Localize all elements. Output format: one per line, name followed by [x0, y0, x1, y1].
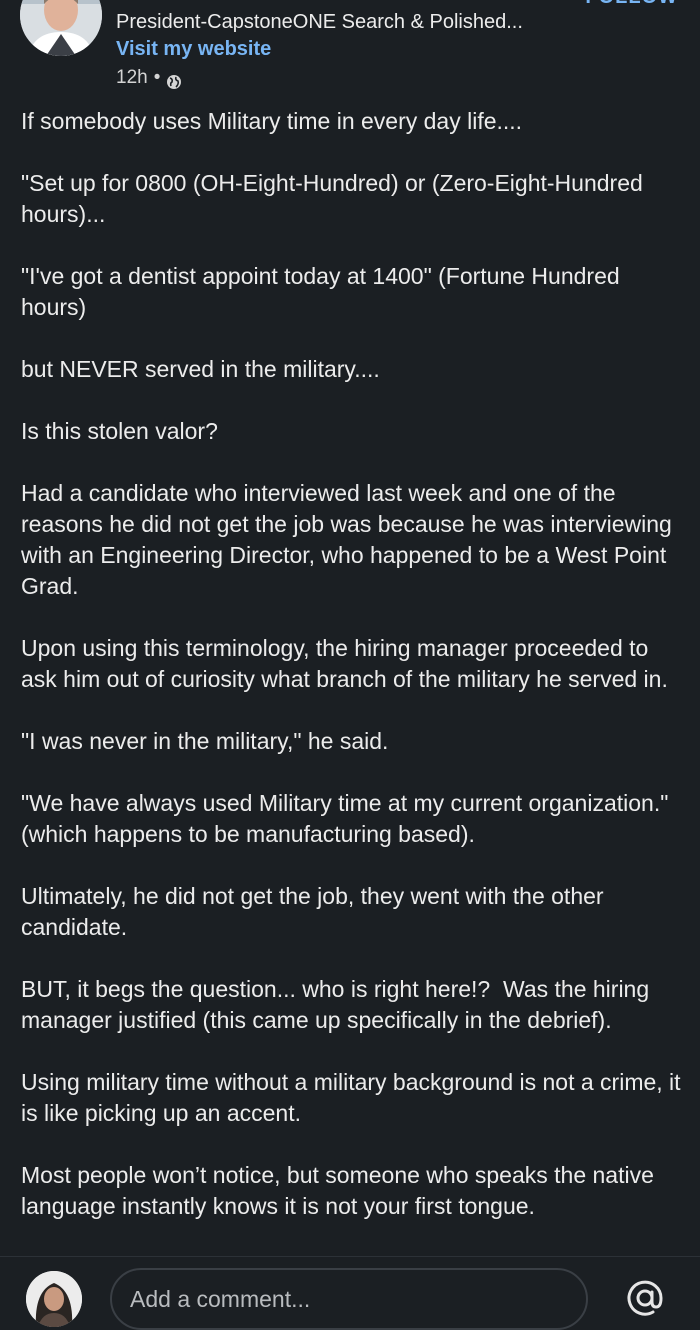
post-paragraph: Is this stolen valor?	[21, 418, 218, 444]
post-paragraph: Using military time without a military b…	[21, 1069, 687, 1126]
post-paragraph: Ultimately, he did not get the job, they…	[21, 883, 610, 940]
post-header: FOLLOW President-CapstoneONE Search & Po…	[0, 0, 700, 100]
author-avatar[interactable]	[20, 0, 102, 56]
post-paragraph: "We have always used Military time at my…	[21, 790, 682, 847]
meta-separator: •	[153, 67, 161, 88]
visit-website-link[interactable]: Visit my website	[116, 35, 271, 63]
post-paragraph: If somebody uses Military time in every …	[21, 108, 523, 134]
post-paragraph: Most people won’t notice, but someone wh…	[21, 1162, 661, 1219]
post-body: If somebody uses Military time in every …	[21, 106, 686, 1253]
comment-bar	[0, 1256, 700, 1330]
post-paragraph: "Set up for 0800 (OH-Eight-Hundred) or (…	[21, 170, 650, 227]
post-paragraph: BUT, it begs the question... who is righ…	[21, 976, 656, 1033]
follow-button[interactable]: FOLLOW	[585, 0, 678, 9]
globe-icon	[166, 70, 182, 89]
author-headline[interactable]: President-CapstoneONE Search & Polished.…	[116, 9, 676, 35]
post-paragraph: "I was never in the military," he said.	[21, 728, 389, 754]
at-icon[interactable]	[624, 1277, 666, 1319]
post-meta: 12h •	[116, 63, 676, 93]
post-paragraph: "I've got a dentist appoint today at 140…	[21, 263, 627, 320]
author-info: President-CapstoneONE Search & Polished.…	[116, 9, 676, 93]
comment-input[interactable]	[110, 1268, 588, 1330]
user-avatar[interactable]	[26, 1271, 82, 1327]
post-time: 12h	[116, 67, 148, 88]
post-paragraph: Upon using this terminology, the hiring …	[21, 635, 668, 692]
post-paragraph: but NEVER served in the military....	[21, 356, 380, 382]
post-paragraph: Had a candidate who interviewed last wee…	[21, 480, 679, 599]
